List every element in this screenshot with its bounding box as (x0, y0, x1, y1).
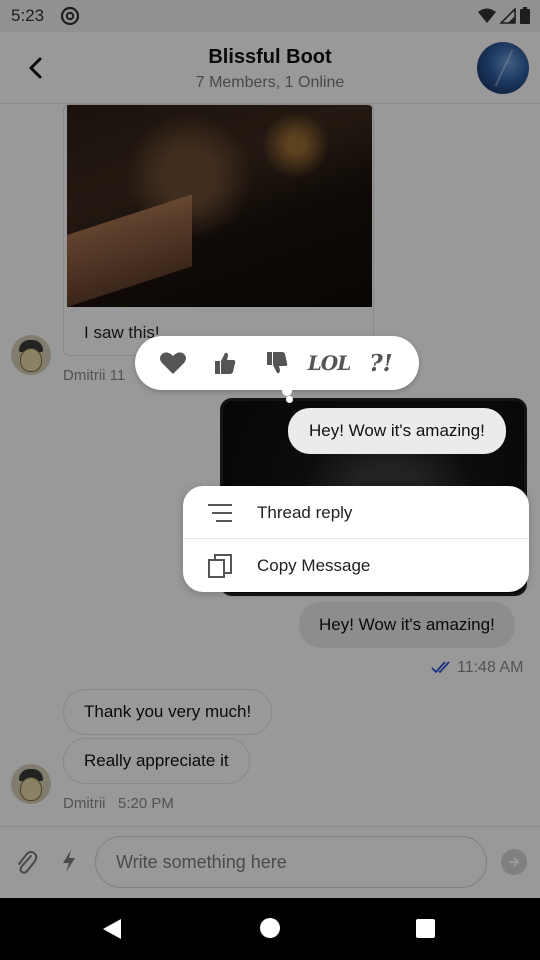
lol-icon: LOL (307, 351, 352, 375)
thread-reply-icon (208, 503, 232, 522)
reaction-pointer (282, 386, 292, 396)
nav-recents-icon[interactable] (416, 919, 435, 938)
menu-item-label: Thread reply (257, 502, 353, 522)
reaction-picker: LOL ?! (135, 336, 419, 390)
thumbs-up-reaction[interactable] (207, 345, 243, 381)
copy-message-menu-item[interactable]: Copy Message (183, 539, 529, 592)
wow-icon: ?! (369, 349, 393, 377)
selected-message-bubble[interactable]: Hey! Wow it's amazing! (288, 408, 506, 454)
reaction-pointer-small (286, 396, 293, 403)
message-actions-menu: Thread reply Copy Message (183, 486, 529, 592)
menu-item-label: Copy Message (257, 555, 371, 575)
wow-reaction[interactable]: ?! (363, 345, 399, 381)
thumbs-up-icon (215, 352, 236, 374)
thread-reply-menu-item[interactable]: Thread reply (183, 486, 529, 539)
nav-home-icon[interactable] (260, 918, 280, 938)
thumbs-down-reaction[interactable] (259, 345, 295, 381)
thumbs-down-icon (267, 352, 288, 374)
heart-reaction[interactable] (155, 345, 191, 381)
nav-back-icon[interactable] (102, 918, 122, 940)
system-nav-bar (0, 898, 540, 960)
copy-icon (208, 553, 232, 578)
lol-reaction[interactable]: LOL (308, 345, 352, 381)
heart-icon (160, 352, 186, 374)
